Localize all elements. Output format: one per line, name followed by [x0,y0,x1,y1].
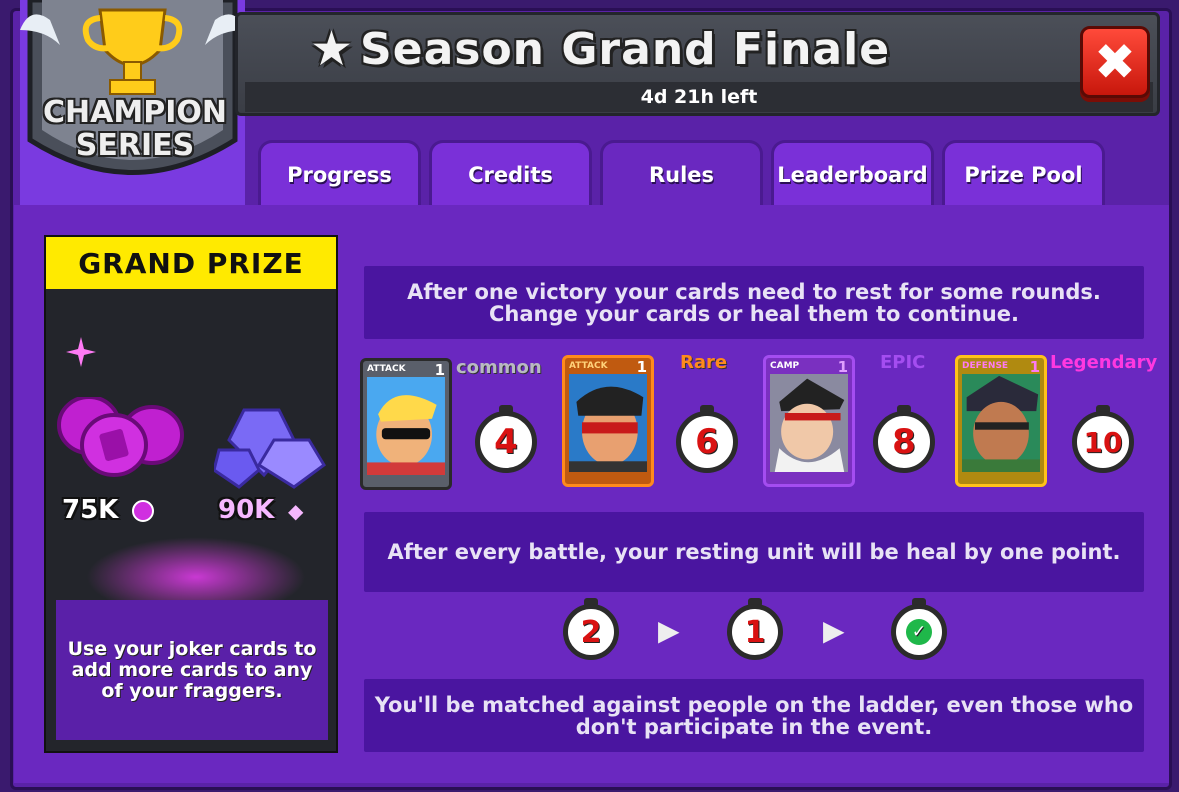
ladder-rule-text: You'll be matched against people on the … [364,679,1144,752]
rest-timer-legendary: 10 [1072,405,1134,473]
arrow-right-icon: ▶ [823,614,845,647]
close-button[interactable]: ✖ [1080,26,1150,98]
arrow-right-icon: ▶ [658,614,680,647]
card-type: DEFENSE [962,361,1009,371]
grand-prize-panel: GRAND PRIZE + 75K 90K ◆ Use your joker c… [44,235,338,753]
heal-timer-1: 1 [727,598,783,660]
heal-timer-ready: ✓ [891,598,947,660]
rest-timer-common: 4 [475,405,537,473]
ready-ring: ✓ [891,604,947,660]
hero-portrait-icon [367,377,445,476]
card-rare: ATTACK 1 [562,355,654,487]
rarity-label-epic: EPIC [880,352,926,373]
time-left-text: 4d 21h left [640,86,758,108]
rest-rounds: 4 [475,411,537,473]
badge-line1: CHAMPION [43,95,227,130]
close-icon: ✖ [1094,33,1136,91]
card-epic: CAMP 1 [763,355,855,487]
card-common: ATTACK 1 [360,358,452,490]
card-legendary: DEFENSE 1 [955,355,1047,487]
champion-series-badge: CHAMPION SERIES [20,0,245,205]
tab-bar: Progress Credits Rules Leaderboard Prize… [258,140,1105,206]
hero-portrait-icon [569,374,647,473]
sparkle-icon [66,337,96,367]
gems-icon [214,408,326,489]
tab-progress[interactable]: Progress [258,140,421,206]
time-left-bar: 4d 21h left [245,82,1153,112]
joker-info-box: Use your joker cards to add more cards t… [56,600,328,740]
grand-prize-header: GRAND PRIZE [46,237,336,289]
tab-rules[interactable]: Rules [600,140,763,206]
rest-rounds: 8 [873,411,935,473]
gems-amount: 90K [218,495,275,525]
heal-step-value: 2 [563,604,619,660]
tab-prize-pool[interactable]: Prize Pool [942,140,1105,206]
rarity-label-legendary: Legendary [1050,352,1158,373]
heal-step-value: 1 [727,604,783,660]
rest-rule-text: After one victory your cards need to res… [364,266,1144,339]
rest-timer-epic: 8 [873,405,935,473]
title-text: Season Grand Finale [360,23,891,75]
card-type: CAMP [770,361,800,371]
rest-rounds: 6 [676,411,738,473]
rarity-label-rare: Rare [680,352,728,373]
tab-leaderboard[interactable]: Leaderboard [771,140,934,206]
rest-rounds: 10 [1072,411,1134,473]
coins-icon [57,397,184,477]
hero-portrait-icon [770,374,848,473]
star-icon: ★ [310,21,355,77]
checkmark-icon: ✓ [906,619,932,645]
badge-line2: SERIES [75,128,195,163]
rarity-label-common: common [456,357,542,378]
card-type: ATTACK [569,361,608,371]
hero-portrait-icon [962,374,1040,473]
heal-timer-2: 2 [563,598,619,660]
card-type: ATTACK [367,364,406,374]
heal-rule-text: After every battle, your resting unit wi… [364,512,1144,592]
rest-timer-rare: 6 [676,405,738,473]
gem-small-icon: ◆ [288,499,304,523]
tab-credits[interactable]: Credits [429,140,592,206]
coins-amount: 75K [62,495,119,525]
page-title: ★ Season Grand Finale [310,18,1030,80]
coin-small-icon [132,500,154,522]
